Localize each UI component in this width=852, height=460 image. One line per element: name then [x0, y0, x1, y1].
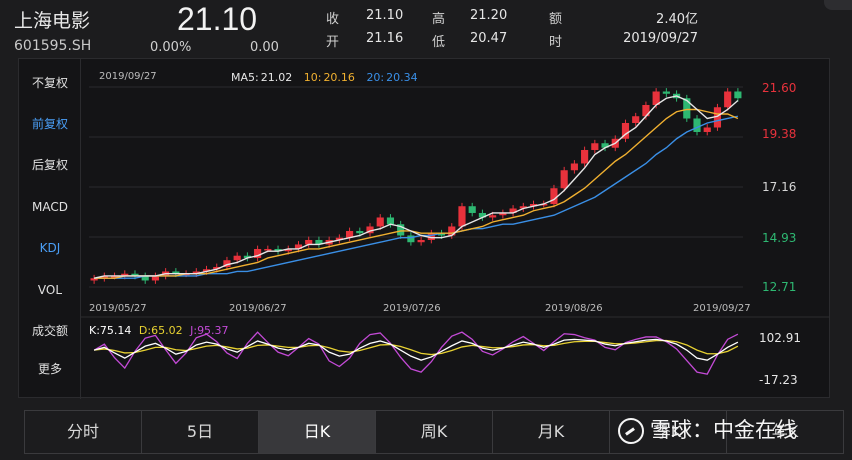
- open-label: 开: [326, 35, 340, 50]
- candle-body: [489, 215, 497, 218]
- ma10-value: 20.16: [323, 71, 355, 84]
- ma20-label: 20:: [366, 71, 385, 84]
- corner-handle[interactable]: [824, 0, 852, 10]
- candle-body: [662, 91, 670, 94]
- sidebar-item-backward-adjust[interactable]: 后复权: [19, 145, 81, 185]
- sidebar-item-no-adjust[interactable]: 不复权: [19, 63, 81, 103]
- kdj-d-label: D:: [138, 324, 152, 337]
- amount-value: 2.40亿: [656, 12, 698, 27]
- kdj-j-value: 95.37: [197, 324, 229, 337]
- time-value: 2019/09/27: [623, 31, 698, 46]
- kdj-j-line: [93, 331, 739, 375]
- sidebar-item-turnover[interactable]: 成交额: [19, 311, 81, 351]
- candle-body: [724, 91, 732, 108]
- candle-body: [264, 248, 272, 251]
- x-tick-0: 2019/05/27: [89, 303, 147, 314]
- kdj-k-value: 75.14: [99, 324, 132, 337]
- time-label: 时: [549, 35, 563, 50]
- indicator-sidebar: 不复权 前复权 后复权 MACD KDJ VOL 成交额 更多: [19, 59, 81, 399]
- low-label: 低: [432, 35, 446, 50]
- x-tick-2: 2019/07/26: [383, 303, 441, 314]
- low-value: 20.47: [470, 31, 508, 46]
- tab-monthly-k[interactable]: 月K: [493, 411, 610, 453]
- candle-body: [734, 91, 742, 99]
- price-tick-2: 19.38: [762, 127, 797, 141]
- candle-body: [642, 104, 650, 117]
- candle-body: [703, 127, 711, 132]
- ma5-label: MA5:: [231, 71, 259, 84]
- sidebar-item-kdj[interactable]: KDJ: [19, 228, 81, 268]
- ma-legend: MA5: 21.02 10: 20.16 20: 20.34: [231, 71, 420, 84]
- candle-body: [386, 217, 395, 225]
- tab-daily-k[interactable]: 日K: [259, 411, 376, 453]
- candle-body: [458, 206, 466, 227]
- sidebar-item-more[interactable]: 更多: [19, 349, 81, 389]
- candle-body: [550, 188, 558, 204]
- kdj-tick-low: -17.23: [759, 373, 798, 387]
- tab-5day[interactable]: 5日: [142, 411, 259, 453]
- tab-intraday[interactable]: 分时: [25, 411, 142, 453]
- high-value: 21.20: [470, 8, 508, 23]
- ma10-label: 10:: [303, 71, 322, 84]
- open-value: 21.16: [366, 31, 404, 46]
- x-tick-1: 2019/06/27: [229, 303, 287, 314]
- x-tick-4: 2019/09/27: [693, 303, 751, 314]
- candle-body: [356, 230, 364, 234]
- price-tick-low: 12.71: [762, 280, 797, 294]
- amount-label: 额: [549, 12, 563, 27]
- candle-body: [560, 170, 568, 189]
- candle-body: [417, 239, 425, 243]
- close-label: 收: [326, 12, 340, 27]
- chart-date: 2019/09/27: [99, 71, 157, 82]
- watermark: 雪球：中金在线: [618, 414, 797, 444]
- candle-body: [376, 217, 384, 227]
- candle-body: [233, 255, 241, 261]
- sidebar-item-vol[interactable]: VOL: [19, 270, 81, 310]
- stock-name: 上海电影: [14, 10, 91, 32]
- kdj-tick-high: 102.91: [759, 331, 801, 345]
- candle-body: [468, 206, 476, 213]
- kdj-k-label: K:: [89, 324, 100, 337]
- ma5-value: 21.02: [260, 71, 293, 84]
- x-tick-3: 2019/08/26: [545, 303, 603, 314]
- candle-body: [693, 118, 701, 132]
- candle-body: [570, 163, 578, 171]
- change-value: 0.00: [250, 40, 279, 55]
- quote-header: 上海电影 601595.SH 21.10 0.00% 0.00 收 21.10 …: [0, 0, 852, 58]
- ma20-value: 20.34: [386, 71, 418, 84]
- change-percent: 0.00%: [150, 40, 192, 55]
- sidebar-item-macd[interactable]: MACD: [19, 187, 81, 227]
- price-tick-3: 17.16: [762, 180, 797, 194]
- kdj-d-line: [94, 339, 739, 356]
- chart-panel: 不复权 前复权 后复权 MACD KDJ VOL 成交额 更多 2019/09/…: [18, 58, 830, 399]
- close-value: 21.10: [366, 8, 404, 23]
- ma10-line: [94, 108, 739, 279]
- kline-chart[interactable]: [81, 59, 829, 399]
- candle-body: [591, 143, 599, 150]
- price-tick-high: 21.60: [762, 81, 797, 95]
- tab-weekly-k[interactable]: 周K: [376, 411, 493, 453]
- high-label: 高: [432, 12, 446, 27]
- sidebar-item-forward-adjust[interactable]: 前复权: [19, 104, 81, 144]
- stock-code: 601595.SH: [14, 38, 92, 54]
- snowball-logo-icon: [618, 418, 644, 444]
- candle-body: [632, 116, 640, 123]
- watermark-text: 雪球：中金在线: [650, 418, 797, 442]
- current-price: 21.10: [177, 1, 258, 37]
- kdj-legend: K:75.14 D:65.02 J:95.37: [89, 324, 229, 337]
- candle-body: [581, 149, 589, 164]
- kdj-d-value: 65.02: [151, 324, 183, 337]
- price-tick-4: 14.93: [762, 231, 797, 245]
